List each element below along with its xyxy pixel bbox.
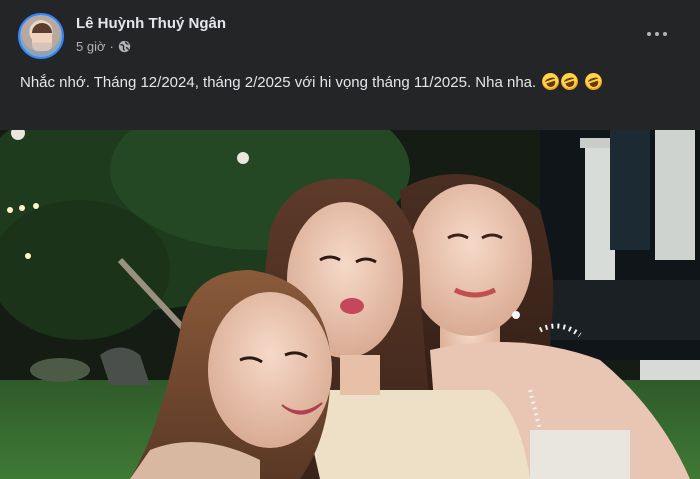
more-options-dot — [663, 32, 667, 36]
author-name[interactable]: Lê Huỳnh Thuý Ngân — [76, 15, 226, 32]
post-photo[interactable] — [0, 130, 700, 479]
post-message-text: Nhắc nhớ. Tháng 12/2024, tháng 2/2025 vớ… — [20, 74, 537, 91]
post-meta: 5 giờ · — [76, 39, 131, 54]
post-header: Lê Huỳnh Thuý Ngân 5 giờ · — [0, 0, 700, 64]
more-options-dot — [655, 32, 659, 36]
post-time[interactable]: 5 giờ — [76, 39, 106, 54]
avatar-portrait — [32, 23, 52, 51]
globe-icon[interactable] — [118, 40, 131, 53]
rolling-laughing-emoji-icon — [540, 70, 562, 93]
photo-illustration — [0, 130, 700, 479]
more-options-icon — [647, 32, 651, 36]
author-avatar[interactable] — [18, 13, 64, 59]
rolling-laughing-emoji-icon — [559, 70, 581, 93]
meta-separator: · — [109, 39, 114, 54]
rolling-laughing-emoji-icon — [582, 70, 604, 93]
more-options-button[interactable] — [637, 20, 677, 48]
post-message: Nhắc nhớ. Tháng 12/2024, tháng 2/2025 vớ… — [20, 70, 685, 94]
